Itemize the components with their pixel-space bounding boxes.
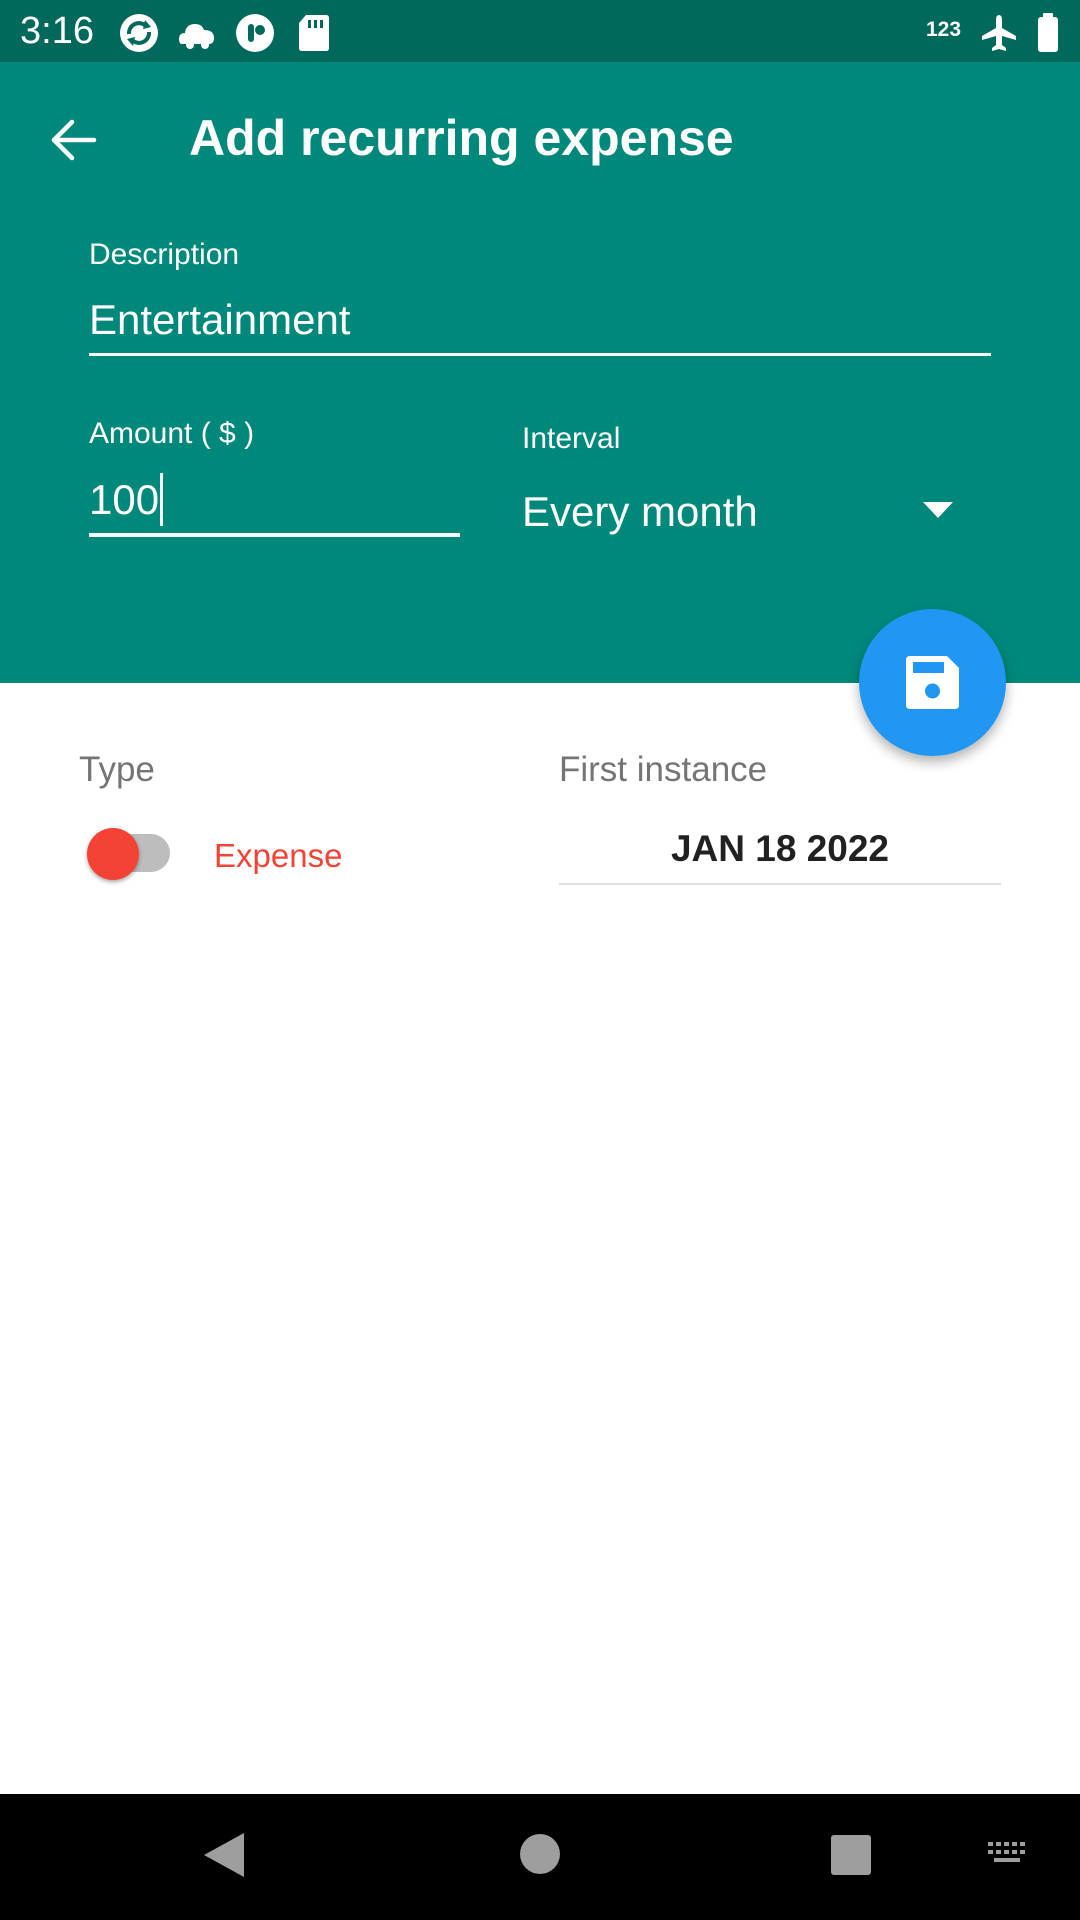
type-label: Type: [79, 750, 155, 789]
app-icon: [234, 12, 276, 59]
sync-icon: [118, 12, 160, 59]
description-field[interactable]: Entertainment: [89, 295, 350, 345]
keyboard-icon[interactable]: [986, 1839, 1030, 1874]
dropdown-arrow-icon[interactable]: [923, 502, 953, 518]
back-triangle-icon[interactable]: [202, 1831, 246, 1884]
amount-label: Amount ( $ ): [89, 417, 255, 450]
save-icon: [906, 656, 959, 709]
date-underline: [559, 883, 1001, 885]
first-instance-date-picker[interactable]: JAN 18 2022: [559, 822, 1001, 876]
save-button[interactable]: [859, 609, 1006, 756]
airplane-mode-icon: [978, 12, 1020, 59]
battery-icon: [1036, 12, 1060, 59]
network-indicator: 123: [926, 18, 962, 41]
status-bar: 3:16 123: [0, 0, 1080, 62]
interval-dropdown[interactable]: Every month: [522, 487, 758, 537]
cloud-icon: [176, 12, 218, 59]
amount-underline: [89, 533, 460, 537]
arrow-back-icon[interactable]: [46, 112, 102, 168]
recents-square-icon[interactable]: [830, 1834, 872, 1881]
description-label: Description: [89, 238, 240, 271]
page-title: Add recurring expense: [189, 110, 734, 166]
type-switch[interactable]: [87, 828, 139, 880]
status-time: 3:16: [20, 10, 94, 52]
sd-card-icon: [296, 12, 330, 59]
type-value: Expense: [214, 837, 343, 874]
navigation-bar: [0, 1794, 1080, 1920]
interval-label: Interval: [522, 422, 621, 455]
home-circle-icon[interactable]: [518, 1832, 562, 1881]
first-instance-label: First instance: [559, 750, 768, 789]
text-cursor: [160, 473, 163, 526]
description-underline: [89, 353, 991, 356]
amount-field[interactable]: 100: [89, 475, 159, 525]
